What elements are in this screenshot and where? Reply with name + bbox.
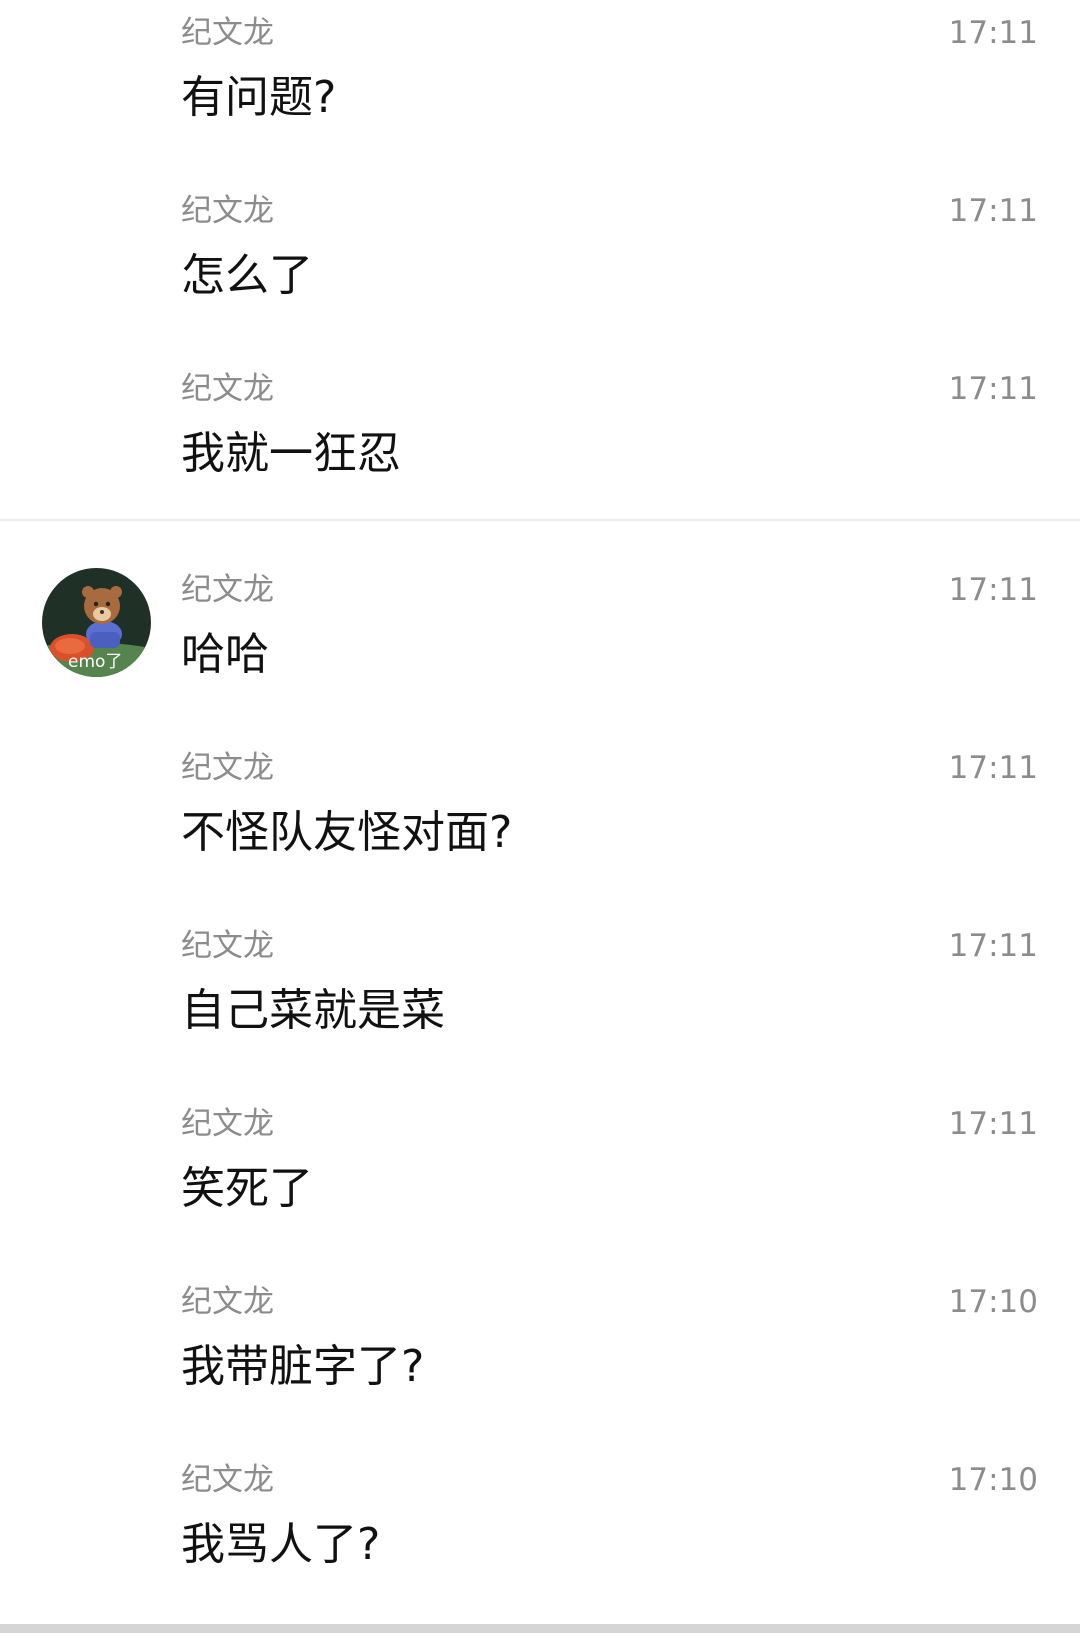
message-time: 17:11 [948, 15, 1038, 51]
message-text: 不怪队友怪对面? [181, 807, 513, 858]
sender-name: 纪文龙 [181, 750, 274, 786]
message-text: 我带脏字了? [181, 1341, 425, 1392]
chat-message[interactable]: 纪文龙 17:11 不怪队友怪对面? [0, 749, 1080, 869]
sender-name: 纪文龙 [181, 371, 274, 407]
sender-name: 纪文龙 [181, 572, 274, 608]
message-time: 17:10 [948, 1284, 1038, 1320]
message-time: 17:11 [948, 371, 1038, 407]
message-text: 哈哈 [181, 629, 269, 680]
sender-name: 纪文龙 [181, 1106, 274, 1142]
chat-message[interactable]: 纪文龙 17:11 笑死了 [0, 1105, 1080, 1225]
sender-name: 纪文龙 [181, 193, 274, 229]
chat-message[interactable]: 纪文龙 17:10 我骂人了? [0, 1461, 1080, 1581]
sender-name: 纪文龙 [181, 928, 274, 964]
message-text: 我骂人了? [181, 1519, 381, 1570]
chat-message[interactable]: 纪文龙 17:11 哈哈 [0, 571, 1080, 691]
message-text: 我就一狂忍 [181, 428, 401, 479]
message-time: 17:10 [948, 1462, 1038, 1498]
message-text: 自己菜就是菜 [181, 985, 445, 1036]
sender-name: 纪文龙 [181, 1462, 274, 1498]
sender-name: 纪文龙 [181, 15, 274, 51]
chat-message[interactable]: 纪文龙 17:11 我就一狂忍 [0, 370, 1080, 490]
chat-message[interactable]: 纪文龙 17:10 我带脏字了? [0, 1283, 1080, 1403]
message-text: 有问题? [181, 72, 337, 123]
message-text: 笑死了 [181, 1163, 313, 1214]
group-divider [0, 519, 1080, 521]
chat-message[interactable]: 纪文龙 17:11 怎么了 [0, 192, 1080, 312]
message-text: 怎么了 [181, 250, 313, 301]
chat-message[interactable]: 纪文龙 17:11 自己菜就是菜 [0, 927, 1080, 1047]
chat-message[interactable]: 纪文龙 17:11 有问题? [0, 14, 1080, 134]
message-time: 17:11 [948, 750, 1038, 786]
message-time: 17:11 [948, 1106, 1038, 1142]
message-time: 17:11 [948, 193, 1038, 229]
message-time: 17:11 [948, 928, 1038, 964]
sender-name: 纪文龙 [181, 1284, 274, 1320]
bottom-edge [0, 1624, 1080, 1633]
message-time: 17:11 [948, 572, 1038, 608]
